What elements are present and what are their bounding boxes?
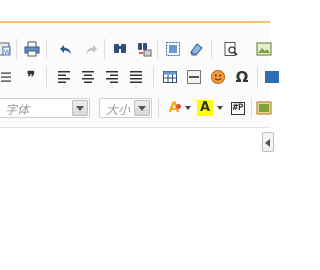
toolbar-separator (211, 39, 212, 59)
editor-toolbar: W ❞ Ω 字体 大小 A A #P (0, 23, 279, 128)
svg-text:W: W (4, 49, 10, 56)
toolbar-separator (16, 39, 17, 59)
blockquote-icon[interactable]: ❞ (21, 67, 41, 87)
smiley-icon[interactable] (208, 67, 228, 87)
align-justify-icon[interactable] (126, 67, 146, 87)
color-dot-icon (176, 104, 181, 109)
font-family-select[interactable]: 字体 (0, 98, 90, 118)
text-color-button[interactable]: A (164, 98, 184, 118)
paragraph-icon[interactable]: #P (228, 98, 248, 118)
align-right-icon[interactable] (102, 67, 122, 87)
toolbar-separator (46, 67, 47, 87)
toolbar-separator (104, 39, 105, 59)
chevron-down-icon[interactable] (217, 106, 223, 110)
font-size-label: 大小 (106, 103, 131, 117)
print-icon[interactable] (22, 39, 42, 59)
chevron-down-icon[interactable] (72, 100, 88, 116)
omega-glyph: Ω (235, 68, 249, 86)
font-family-label: 字体 (5, 103, 30, 117)
template-icon[interactable] (254, 98, 274, 118)
eraser-icon[interactable] (186, 39, 206, 59)
scroll-left-button[interactable] (262, 132, 274, 152)
chevron-down-icon[interactable] (185, 106, 191, 110)
align-left-icon[interactable] (54, 67, 74, 87)
flash-icon[interactable] (262, 67, 282, 87)
highlight-glyph: A (197, 100, 213, 116)
toolbar-separator (257, 67, 258, 87)
bulleted-list-icon[interactable] (0, 67, 14, 87)
toolbar-row-1: W (0, 36, 272, 62)
replace-icon[interactable] (134, 39, 154, 59)
blockquote-glyph: ❞ (26, 68, 36, 86)
horizontal-rule-icon[interactable] (184, 67, 204, 87)
image-icon[interactable] (254, 39, 274, 59)
paste-word-icon[interactable]: W (0, 39, 14, 59)
toolbar-separator (157, 39, 158, 59)
preview-icon[interactable] (221, 39, 241, 59)
align-center-icon[interactable] (78, 67, 98, 87)
paragraph-glyph: #P (230, 101, 246, 115)
toolbar-separator (153, 67, 154, 87)
find-icon[interactable] (110, 39, 130, 59)
redo-icon[interactable] (81, 39, 101, 59)
font-size-select[interactable]: 大小 (99, 98, 152, 118)
undo-icon[interactable] (56, 39, 76, 59)
special-char-icon[interactable]: Ω (232, 67, 252, 87)
toolbar-separator (251, 98, 252, 118)
table-icon[interactable] (160, 67, 180, 87)
select-all-icon[interactable] (163, 39, 183, 59)
toolbar-separator (46, 39, 47, 59)
chevron-down-icon[interactable] (134, 100, 150, 116)
toolbar-row-3: 字体 大小 A A #P (0, 95, 272, 121)
highlight-color-button[interactable]: A (195, 98, 215, 118)
toolbar-row-2: ❞ Ω (0, 64, 279, 90)
toolbar-separator (158, 98, 159, 118)
editor-frame: W ❞ Ω 字体 大小 A A #P (0, 0, 279, 270)
